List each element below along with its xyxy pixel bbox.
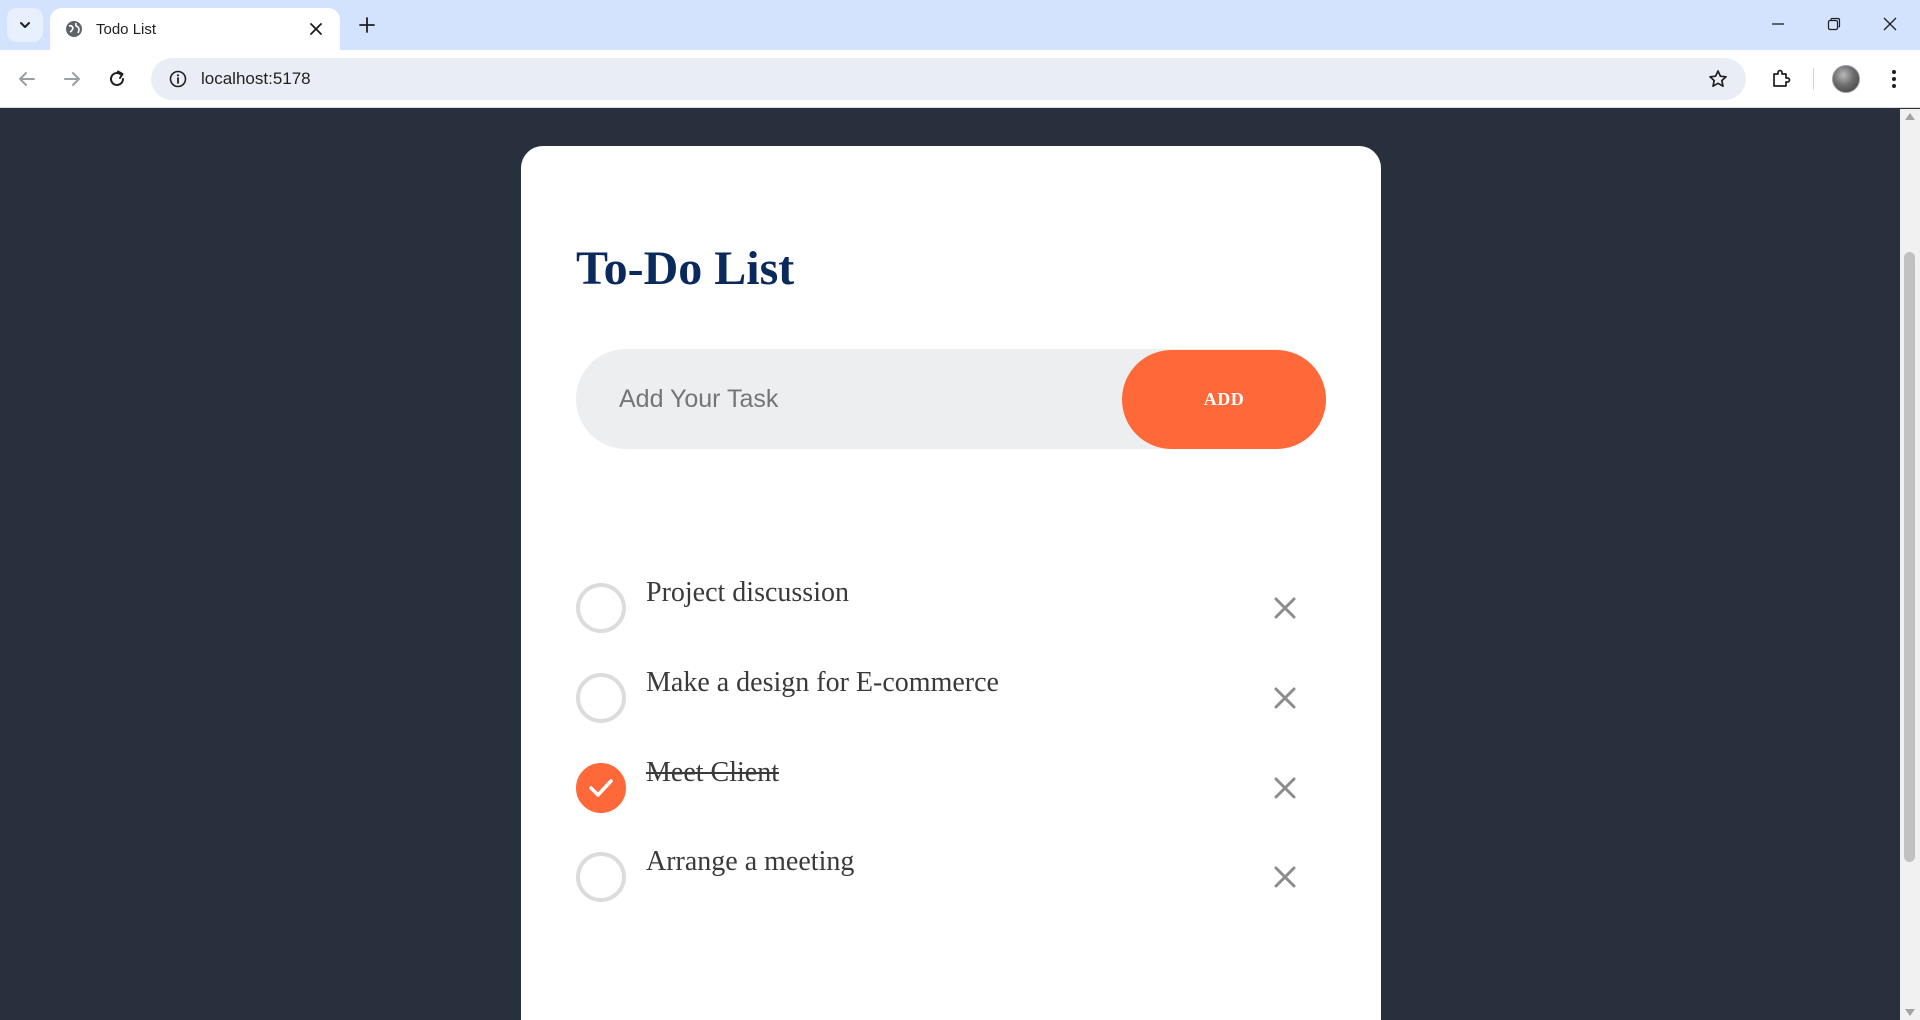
tab-strip: Todo List [0, 0, 1920, 50]
site-info-icon[interactable] [165, 66, 191, 92]
back-arrow-icon[interactable] [9, 61, 45, 97]
task-item[interactable]: Meet Client [576, 757, 1326, 823]
tab-search-button[interactable] [7, 8, 43, 42]
globe-icon [64, 19, 84, 39]
avatar [1832, 65, 1860, 93]
add-task-button[interactable]: ADD [1122, 350, 1326, 449]
reload-icon[interactable] [99, 61, 135, 97]
page-title: To-Do List [576, 242, 795, 295]
tab-title: Todo List [96, 20, 157, 38]
task-checkbox[interactable] [576, 852, 626, 902]
chevron-down-icon [20, 22, 30, 28]
task-item[interactable]: Make a design for E-commerce [576, 667, 1326, 733]
task-item[interactable]: Project discussion [576, 577, 1326, 643]
browser-tab[interactable]: Todo List [50, 8, 340, 50]
tab-close-icon[interactable] [304, 17, 328, 41]
bookmark-star-icon[interactable] [1700, 61, 1736, 97]
task-text: Project discussion [646, 577, 849, 608]
task-text: Meet Client [646, 757, 779, 788]
todo-card: To-Do List ADD Project discussion Make a… [521, 146, 1381, 1020]
task-text: Make a design for E-commerce [646, 667, 999, 698]
url-text: localhost:5178 [201, 69, 311, 88]
delete-task-icon[interactable] [1264, 677, 1306, 719]
task-item[interactable]: Arrange a meeting [576, 846, 1326, 912]
forward-arrow-icon[interactable] [54, 61, 90, 97]
delete-task-icon[interactable] [1264, 767, 1306, 809]
task-checkbox-checked[interactable] [576, 763, 626, 813]
new-tab-plus-icon[interactable] [352, 10, 382, 40]
extensions-puzzle-icon[interactable] [1763, 61, 1799, 97]
page-scrollbar[interactable] [1900, 109, 1920, 1020]
address-bar[interactable]: localhost:5178 [151, 58, 1746, 100]
minimize-icon[interactable] [1750, 4, 1806, 44]
checkmark-icon [589, 779, 613, 797]
delete-task-icon[interactable] [1264, 587, 1306, 629]
task-checkbox[interactable] [576, 583, 626, 633]
close-window-icon[interactable] [1862, 4, 1918, 44]
scrollbar-thumb[interactable] [1904, 252, 1915, 862]
toolbar-divider [1813, 68, 1814, 90]
task-input[interactable] [576, 349, 1116, 449]
page-viewport: To-Do List ADD Project discussion Make a… [0, 109, 1900, 1020]
restore-icon[interactable] [1806, 4, 1862, 44]
profile-avatar[interactable] [1828, 61, 1864, 97]
task-input-row: ADD [576, 349, 1326, 449]
task-text: Arrange a meeting [646, 846, 855, 877]
scroll-down-arrow-icon[interactable] [1905, 1009, 1915, 1016]
task-checkbox[interactable] [576, 673, 626, 723]
browser-toolbar: localhost:5178 [0, 50, 1920, 108]
more-menu-icon[interactable] [1876, 61, 1912, 97]
delete-task-icon[interactable] [1264, 856, 1306, 898]
scroll-up-arrow-icon[interactable] [1905, 113, 1915, 120]
